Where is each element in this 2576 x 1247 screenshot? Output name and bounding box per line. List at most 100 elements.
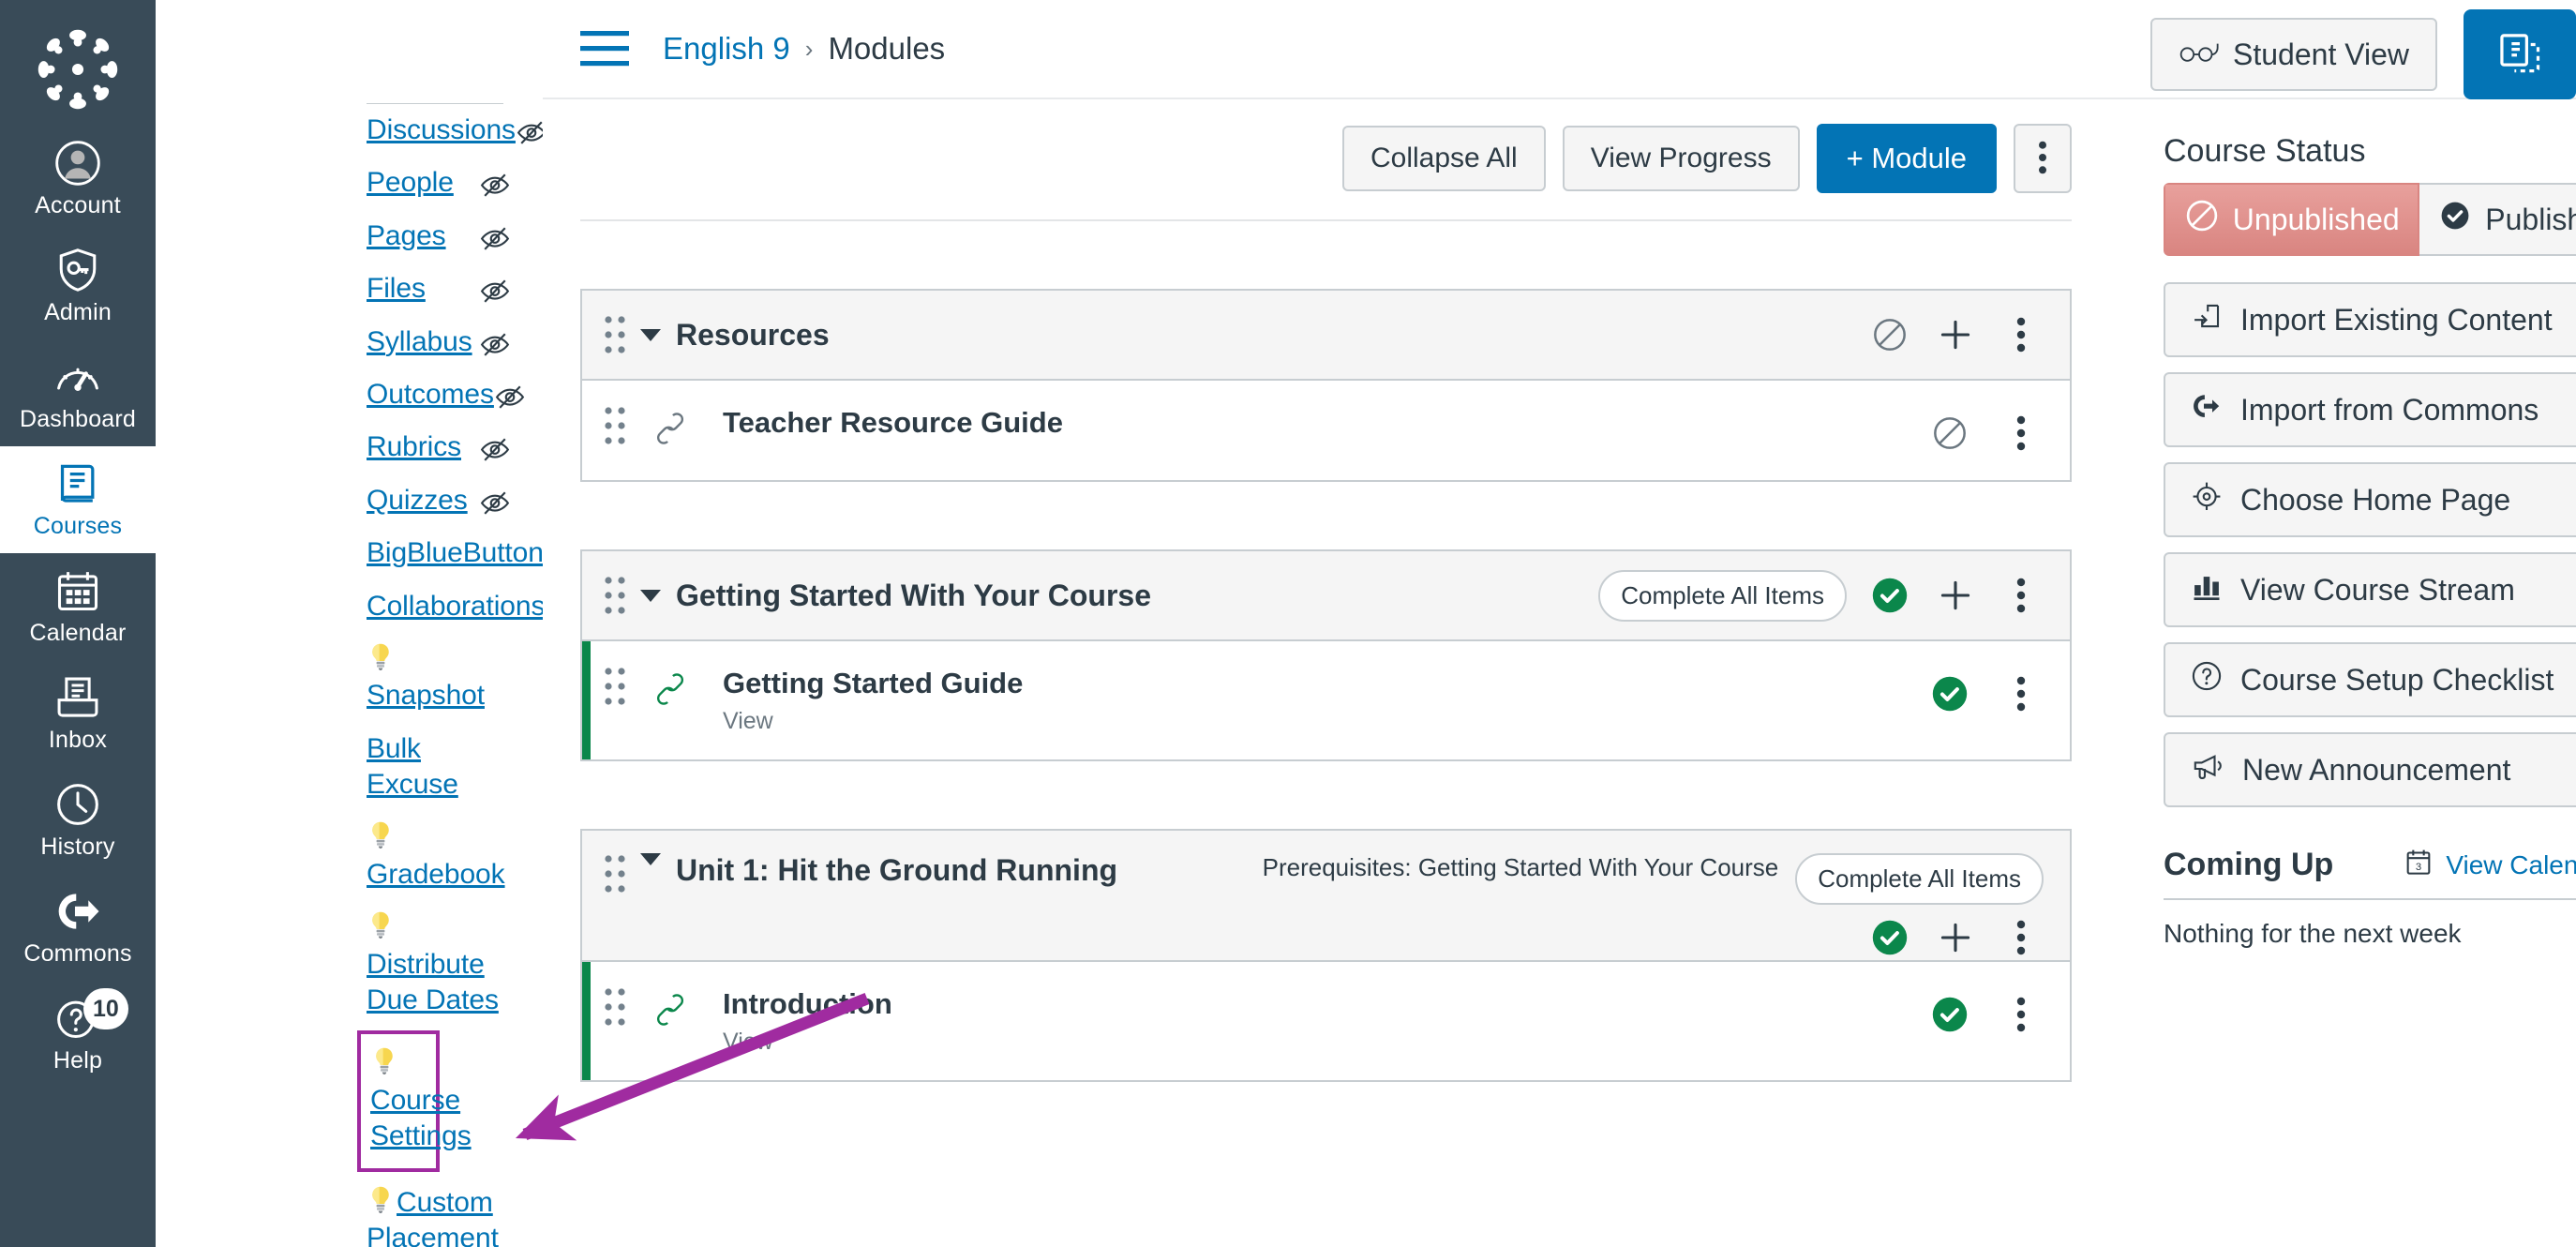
drag-handle-icon[interactable] [603, 666, 627, 707]
chevron-down-icon[interactable] [640, 853, 661, 866]
more-vertical-icon[interactable] [1999, 671, 2044, 716]
course-nav-item-course-settings[interactable]: Course Settings [370, 1048, 472, 1151]
published-check-icon[interactable] [1867, 573, 1912, 618]
breadcrumb-course-link[interactable]: English 9 [663, 31, 790, 67]
module-item-title[interactable]: Introduction [723, 986, 1927, 1021]
eye-slash-icon[interactable] [479, 328, 511, 360]
view-course-stream-button[interactable]: View Course Stream [2164, 552, 2576, 627]
drag-handle-icon[interactable] [603, 853, 627, 894]
drag-handle-icon[interactable] [603, 575, 627, 616]
course-nav-item-link[interactable]: Bulk Excuse [367, 731, 511, 804]
published-check-icon[interactable] [1867, 915, 1912, 960]
drag-handle-icon[interactable] [603, 986, 627, 1028]
student-view-button[interactable]: Student View [2150, 18, 2437, 91]
view-progress-button[interactable]: View Progress [1562, 126, 1800, 191]
course-nav-item-discussions[interactable]: Discussions [156, 104, 547, 157]
drag-handle-icon[interactable] [603, 405, 627, 446]
collapse-all-button[interactable]: Collapse All [1341, 126, 1546, 191]
published-check-icon[interactable] [1927, 671, 1972, 716]
global-nav-item-admin[interactable]: Admin [0, 233, 156, 339]
chevron-down-icon[interactable] [640, 328, 661, 341]
more-vertical-icon[interactable] [1999, 312, 2044, 357]
unpublished-circle-icon[interactable] [1927, 411, 1972, 456]
course-setup-checklist-button[interactable]: Course Setup Checklist [2164, 642, 2576, 717]
more-vertical-icon[interactable] [1999, 573, 2044, 618]
course-nav-item-bulk-excuse[interactable]: Bulk Excuse [156, 723, 543, 812]
global-nav-item-courses[interactable]: Courses [0, 446, 156, 553]
more-vertical-icon[interactable] [1999, 915, 2044, 960]
new-announcement-button[interactable]: New Announcement [2164, 732, 2576, 807]
unpublished-button[interactable]: Unpublished [2164, 183, 2420, 256]
global-nav-item-history[interactable]: History [0, 767, 156, 874]
course-nav-item-bigbluebutton[interactable]: BigBlueButton [156, 527, 575, 579]
course-navigation: Discussions People Pages Files Syllabus … [156, 0, 576, 1247]
course-nav-item-link[interactable]: Quizzes [367, 483, 468, 518]
more-vertical-icon[interactable] [1999, 411, 2044, 456]
course-nav-item-collaborations[interactable]: Collaborations [156, 580, 576, 633]
eye-slash-icon[interactable] [479, 169, 511, 201]
course-nav-item-link[interactable]: Gradebook [367, 819, 511, 893]
course-nav-item-pages[interactable]: Pages [156, 210, 543, 263]
more-vertical-icon[interactable] [1999, 992, 2044, 1037]
global-nav-item-calendar[interactable]: Calendar [0, 553, 156, 660]
course-nav-item-link[interactable]: Distribute Due Dates [367, 909, 511, 1018]
course-nav-item-distribute-due-dates[interactable]: Distribute Due Dates [156, 901, 543, 1027]
global-nav-item-dashboard[interactable]: Dashboard [0, 339, 156, 446]
requirement-pill: Complete All Items [1795, 853, 2044, 906]
choose-home-page-button[interactable]: Choose Home Page [2164, 462, 2576, 537]
import-from-commons-button[interactable]: Import from Commons [2164, 372, 2576, 447]
course-nav-item-quizzes[interactable]: Quizzes [156, 474, 543, 527]
module-item-subtitle[interactable]: View [723, 708, 1927, 735]
plus-icon[interactable] [1933, 915, 1978, 960]
hamburger-icon[interactable] [580, 31, 629, 67]
course-nav-item-outcomes[interactable]: Outcomes [156, 368, 543, 421]
plus-icon[interactable] [1933, 573, 1978, 618]
course-nav-item-link[interactable]: Syllabus [367, 324, 472, 360]
view-calendar-link[interactable]: 3 View Calendar [2403, 847, 2576, 883]
plus-icon[interactable] [1933, 312, 1978, 357]
published-check-icon[interactable] [1927, 992, 1972, 1037]
module-item-title[interactable]: Teacher Resource Guide [723, 405, 1927, 440]
module-item: Introduction View [582, 962, 2070, 1081]
course-nav-item-custom-placement[interactable]: Custom Placement [156, 1176, 543, 1247]
eye-slash-icon[interactable] [479, 222, 511, 254]
eye-slash-icon[interactable] [479, 275, 511, 307]
global-nav-item-account[interactable]: Account [0, 126, 156, 233]
publish-button[interactable]: Publish [2419, 183, 2576, 256]
global-nav-item-help[interactable]: 10 Help [0, 981, 156, 1088]
course-nav-item-label: Collaborations [367, 590, 546, 622]
course-nav-item-link[interactable]: Pages [367, 218, 446, 254]
import-existing-content-button[interactable]: Import Existing Content [2164, 282, 2576, 357]
course-nav-item-link[interactable]: People [367, 165, 454, 201]
drag-handle-icon[interactable] [603, 314, 627, 355]
unpublished-circle-icon[interactable] [1867, 312, 1912, 357]
chevron-down-icon[interactable] [640, 589, 661, 602]
add-module-button[interactable]: + Module [1816, 124, 1997, 193]
course-nav-item-link[interactable]: Files [367, 271, 426, 307]
course-nav-item-link[interactable]: Discussions [367, 113, 516, 148]
course-nav-item-snapshot[interactable]: Snapshot [156, 633, 543, 723]
module-item-title[interactable]: Getting Started Guide [723, 666, 1927, 700]
course-nav-item-rubrics[interactable]: Rubrics [156, 421, 543, 473]
module-item-subtitle[interactable]: View [723, 1029, 1927, 1056]
modules-more-button[interactable] [2014, 124, 2072, 193]
course-nav-item-link[interactable]: Collaborations [367, 589, 545, 624]
course-nav-item-link[interactable]: Outcomes [367, 377, 494, 413]
eye-slash-icon[interactable] [494, 381, 526, 413]
eye-slash-icon[interactable] [479, 433, 511, 465]
course-nav-item-files[interactable]: Files [156, 263, 543, 315]
global-nav-item-inbox[interactable]: Inbox [0, 660, 156, 767]
eye-slash-icon[interactable] [479, 487, 511, 518]
course-nav-item-link[interactable]: Rubrics [367, 429, 461, 465]
course-nav-item-people[interactable]: People [156, 157, 543, 209]
course-nav-item-link[interactable]: BigBlueButton [367, 535, 544, 571]
canvas-logo-icon[interactable] [0, 13, 156, 126]
view-calendar-label[interactable]: View Calendar [2446, 850, 2576, 880]
course-nav-item-link[interactable]: Snapshot [367, 641, 511, 714]
global-nav-item-commons[interactable]: Commons [0, 874, 156, 981]
course-nav-item-link[interactable]: Custom Placement [367, 1184, 511, 1247]
course-nav-item-syllabus[interactable]: Syllabus [156, 316, 543, 368]
course-nav-item-gradebook[interactable]: Gradebook [156, 811, 543, 901]
copy-to-button[interactable] [2464, 9, 2576, 99]
module-item: Getting Started Guide View [582, 641, 2070, 760]
